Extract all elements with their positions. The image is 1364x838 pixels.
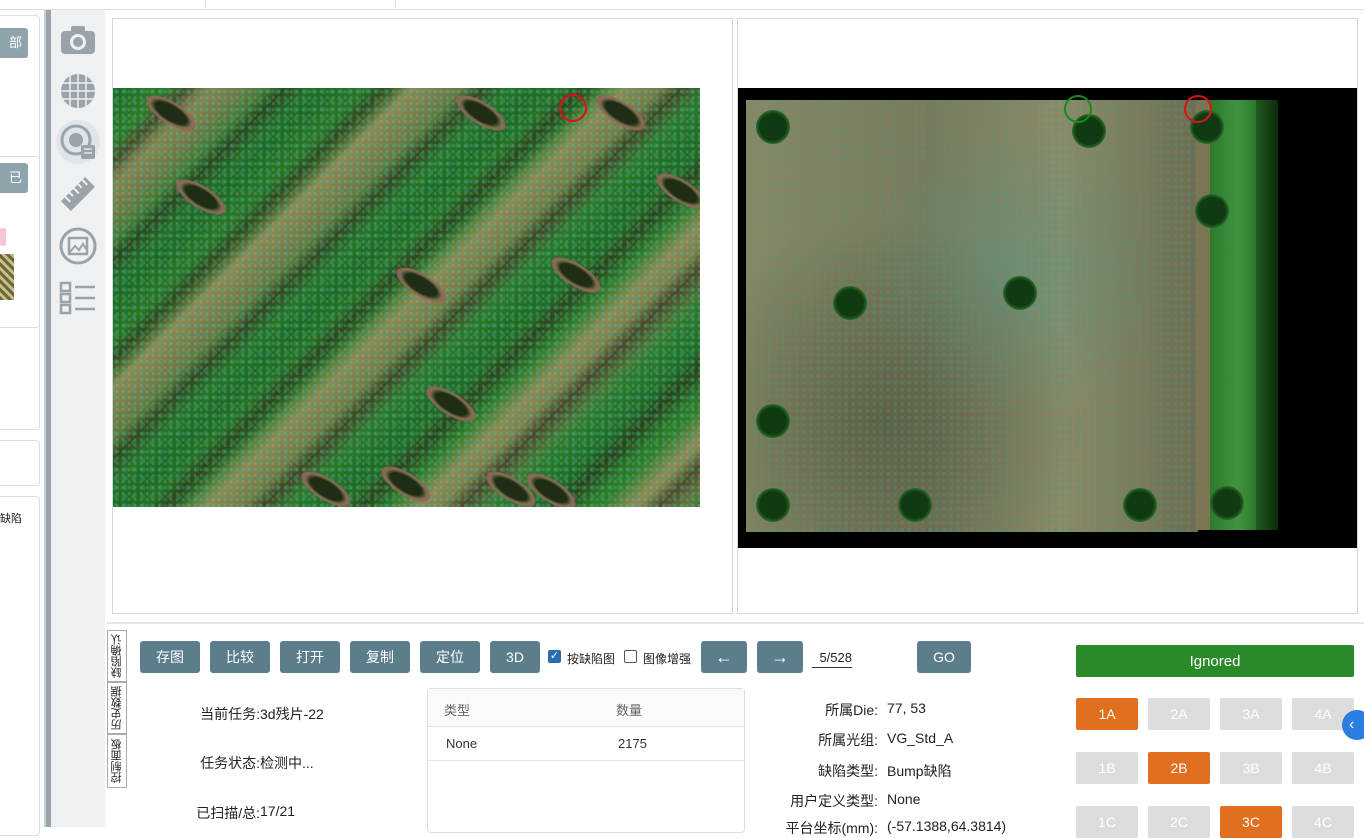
user-type-label: 用户定义类型: (790, 793, 878, 809)
scanned-label: 已扫描/总: (196, 805, 260, 821)
camera-icon[interactable] (56, 18, 100, 62)
wafer-map-icon[interactable] (56, 120, 100, 164)
enhance-label: 图像增强 (643, 652, 692, 666)
bump (1003, 276, 1037, 310)
class-button-1b[interactable]: 1B (1076, 752, 1138, 784)
side-tabs: 缺陷确认 历史数据 控制面板 (107, 630, 127, 790)
bump (756, 488, 790, 522)
go-button[interactable]: GO (917, 641, 971, 673)
reference-image[interactable] (738, 88, 1357, 548)
die-label: 所属Die: (825, 702, 878, 718)
next-button[interactable]: → (757, 641, 803, 673)
tab-separator (205, 0, 206, 8)
table-header: 类型 数量 (428, 689, 744, 727)
edge-stripe (1196, 100, 1210, 530)
bump (1210, 486, 1244, 520)
defect-image-panel[interactable] (112, 18, 733, 614)
table-row[interactable]: None 2175 (428, 727, 744, 761)
recipe-label: 所属光组: (818, 732, 878, 748)
die-value: 77, 53 (887, 700, 926, 716)
bump (833, 286, 867, 320)
defect-marker-circle (559, 94, 587, 122)
class-button-3c[interactable]: 3C (1220, 806, 1282, 838)
tab-separator (395, 0, 396, 8)
bump (898, 488, 932, 522)
defect-image[interactable] (113, 88, 700, 507)
thumbnail[interactable] (0, 254, 14, 300)
class-button-4c[interactable]: 4C (1292, 806, 1354, 838)
enhance-checkbox[interactable] (624, 650, 637, 663)
class-button-1a[interactable]: 1A (1076, 698, 1138, 730)
checklist-icon[interactable] (56, 276, 100, 320)
page-input[interactable]: 5/528 (812, 648, 852, 668)
by-defect-label: 按缺陷图 (567, 652, 616, 666)
compare-button[interactable]: 比较 (210, 641, 270, 673)
coord-value: (-57.1388,64.3814) (887, 818, 1007, 834)
save-image-button[interactable]: 存图 (140, 641, 200, 673)
cell-type: None (446, 736, 478, 751)
die-region (746, 100, 1198, 532)
left-panel-text: 缺陷 (0, 513, 22, 525)
view-3d-button[interactable]: 3D (490, 641, 540, 673)
copy-button[interactable]: 复制 (350, 641, 410, 673)
recipe-value: VG_Std_A (887, 730, 954, 746)
left-card-mid (0, 440, 40, 486)
bump (1195, 194, 1229, 228)
bottom-divider (107, 622, 1364, 624)
by-defect-checkbox[interactable]: ✓ (548, 650, 561, 663)
ignored-button[interactable]: Ignored (1076, 645, 1354, 677)
left-card-bottom (0, 496, 40, 836)
left-panel-button[interactable]: 部 (0, 28, 28, 58)
bump (1123, 488, 1157, 522)
reference-marker-circle (1064, 95, 1092, 123)
scanned-value: 17/21 (260, 803, 296, 819)
open-button[interactable]: 打开 (280, 641, 340, 673)
defect-count-table: 类型 数量 None 2175 (427, 688, 745, 833)
bump (756, 404, 790, 438)
class-button-1c[interactable]: 1C (1076, 806, 1138, 838)
coord-label: 平台坐标(mm): (785, 820, 878, 836)
tool-icon-rail (51, 10, 105, 827)
class-button-2b[interactable]: 2B (1148, 752, 1210, 784)
tab-control-panel[interactable]: 控制面板 (107, 734, 127, 788)
user-type-value: None (887, 791, 921, 807)
edge-stripe (1256, 100, 1278, 530)
column-header-count: 数量 (616, 703, 643, 718)
ruler-icon[interactable] (56, 172, 100, 216)
class-button-2a[interactable]: 2A (1148, 698, 1210, 730)
column-header-type: 类型 (444, 703, 471, 718)
bump (756, 110, 790, 144)
image-icon[interactable] (56, 224, 100, 268)
edge-stripe (1210, 100, 1256, 530)
top-tab-strip (0, 0, 1364, 10)
class-button-3a[interactable]: 3A (1220, 698, 1282, 730)
wafer-icon[interactable] (56, 69, 100, 113)
tab-defect-confirm[interactable]: 缺陷确认 (107, 630, 127, 682)
current-task-label: 当前任务: (200, 706, 260, 722)
image-texture (113, 88, 700, 507)
left-panel-button-2[interactable]: 已 (0, 163, 28, 193)
locate-button[interactable]: 定位 (420, 641, 480, 673)
reference-image-panel[interactable] (737, 18, 1358, 614)
cell-count: 2175 (618, 736, 647, 751)
tab-history-data[interactable]: 历史数据 (107, 682, 127, 734)
class-button-3b[interactable]: 3B (1220, 752, 1282, 784)
class-button-4b[interactable]: 4B (1292, 752, 1354, 784)
prev-button[interactable]: ← (701, 641, 747, 673)
panel-splitter[interactable] (44, 10, 51, 827)
task-status-value: 检测中... (260, 755, 314, 771)
task-status-label: 任务状态: (200, 755, 260, 771)
defect-type-label: 缺陷类型: (818, 763, 878, 779)
chevron-left-icon[interactable]: ‹ (1342, 710, 1364, 740)
defect-marker-circle (1184, 95, 1212, 123)
current-task-value: 3d残片-22 (260, 706, 324, 722)
pink-tag (0, 228, 6, 246)
class-button-2c[interactable]: 2C (1148, 806, 1210, 838)
defect-type-value: Bump缺陷 (887, 763, 952, 779)
left-side-panel: 部 已 缺陷 (0, 10, 46, 836)
